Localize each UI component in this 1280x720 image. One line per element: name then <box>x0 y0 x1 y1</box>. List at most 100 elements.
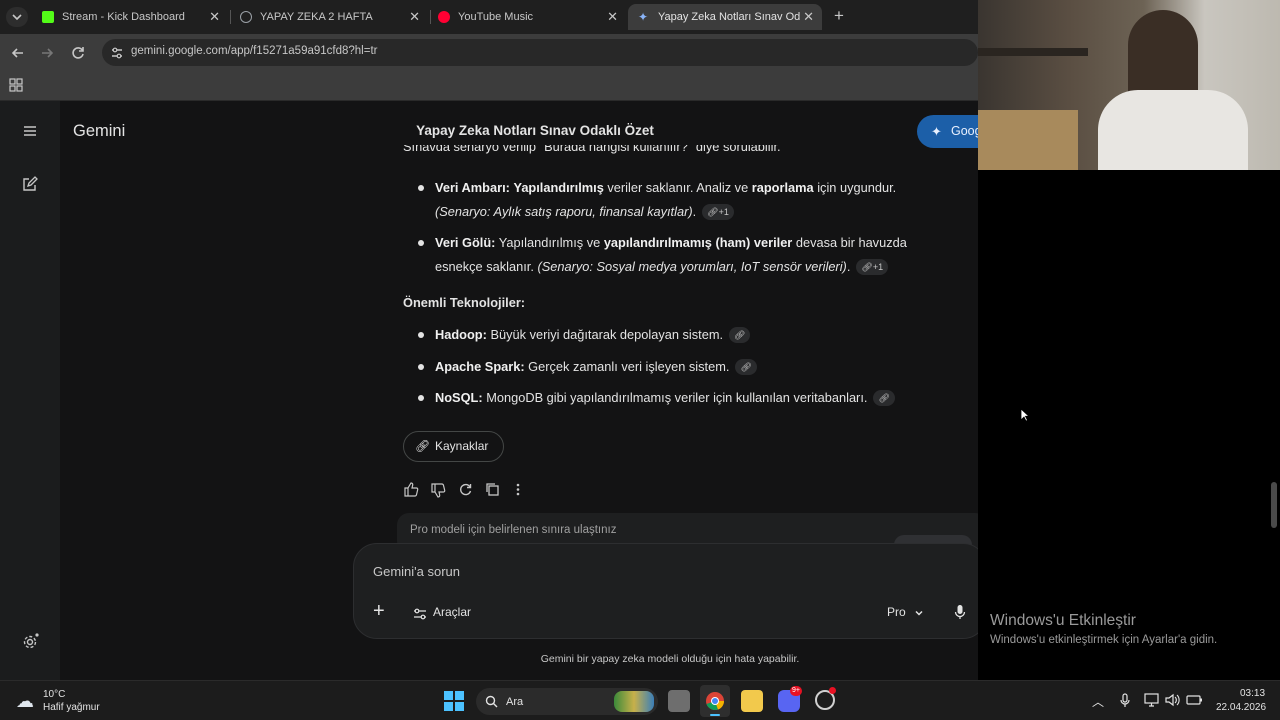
tools-button[interactable]: Araçlar <box>433 605 471 619</box>
forward-button[interactable] <box>37 43 57 63</box>
browser-toolbar: gemini.google.com/app/f15271a59a91cfd8?h… <box>0 34 978 71</box>
thumbs-down-icon[interactable] <box>431 483 446 498</box>
tech-desc: Gerçek zamanlı veri işleyen sistem. <box>524 359 730 374</box>
youtube-music-icon <box>438 11 450 23</box>
link-chip[interactable]: 🔗︎ <box>873 390 895 406</box>
item-text-part: yapılandırılmamış (ham) veriler <box>603 235 793 250</box>
tab-search-button[interactable] <box>6 7 28 27</box>
address-bar[interactable]: gemini.google.com/app/f15271a59a91cfd8?h… <box>102 39 978 66</box>
bookmarks-bar <box>0 71 978 101</box>
folder-icon[interactable] <box>741 690 763 712</box>
chrome-icon <box>706 692 724 711</box>
prompt-composer[interactable]: Gemini'a sorun + Araçlar Pro <box>353 543 987 639</box>
chevron-down-icon[interactable] <box>913 607 925 619</box>
more-vert-icon[interactable] <box>512 482 524 497</box>
windows-start-icon[interactable] <box>444 691 464 711</box>
item-text-part: . <box>692 204 697 219</box>
weather-desc: Hafif yağmur <box>43 702 100 713</box>
taskbar-search[interactable]: Ara <box>476 688 658 715</box>
tech-term: Apache Spark: <box>435 359 525 374</box>
list-bullet <box>418 185 424 191</box>
desktop-area <box>978 170 1280 680</box>
speaker-icon[interactable] <box>1165 693 1180 707</box>
taskbar-search-label: Ara <box>506 696 524 708</box>
source-count: +1 <box>718 207 729 217</box>
settings-gear-icon[interactable] <box>22 632 40 650</box>
link-icon: 🔗︎ <box>734 330 746 340</box>
windows-taskbar: ☁︎ 10°C Hafif yağmur Ara 9+ ︿ 03:13 22.0… <box>0 680 1280 720</box>
tech-desc: MongoDB gibi yapılandırılmamış veriler i… <box>482 390 868 405</box>
discord-icon[interactable]: 9+ <box>778 686 802 712</box>
limit-notice-text: Pro modeli için belirlenen sınıra ulaştı… <box>410 524 617 536</box>
reload-button[interactable] <box>68 43 88 63</box>
list-bullet <box>418 395 424 401</box>
item-term: Veri Ambarı: <box>435 180 510 195</box>
item-text-part: için uygundur. <box>813 180 897 195</box>
google-cta-label: Goog <box>951 124 982 138</box>
link-chip[interactable]: 🔗︎ <box>735 359 757 375</box>
item-text-part: veriler saklanır. Analiz ve <box>603 180 752 195</box>
link-chip[interactable]: 🔗︎ <box>729 327 751 343</box>
item-term: Veri Gölü: <box>435 235 496 250</box>
tab-title: Yapay Zeka Notları Sınav Odaklı <box>658 11 800 23</box>
storage-item-veri-ambari: Veri Ambarı: Yapılandırılmış veriler sak… <box>435 176 955 224</box>
regenerate-icon[interactable] <box>458 482 473 497</box>
item-text-part: (Senaryo: Sosyal medya yorumları, IoT se… <box>537 259 847 274</box>
taskbar-chrome-active[interactable] <box>700 685 730 717</box>
sources-button[interactable]: 🔗︎ Kaynaklar <box>403 431 504 462</box>
conversation-title[interactable]: Yapay Zeka Notları Sınav Odaklı Özet <box>0 123 1070 138</box>
tools-sliders-icon <box>414 608 426 620</box>
microphone-icon[interactable] <box>954 604 966 620</box>
globe-icon <box>240 11 252 23</box>
tab-strip: Stream - Kick Dashboard ✕ YAPAY ZEKA 2 H… <box>0 0 978 34</box>
source-chip[interactable]: 🔗︎+1 <box>702 204 734 220</box>
apps-grid-icon[interactable] <box>9 78 23 92</box>
weather-widget[interactable]: ☁︎ 10°C Hafif yağmur <box>14 689 124 715</box>
add-attachment-button[interactable]: + <box>373 600 385 622</box>
close-icon[interactable]: ✕ <box>209 9 220 25</box>
tab-kick-dashboard[interactable]: Stream - Kick Dashboard ✕ <box>32 4 228 30</box>
chevron-up-icon[interactable]: ︿ <box>1092 693 1104 710</box>
thumbs-up-icon[interactable] <box>404 482 419 497</box>
gemini-spark-icon: ✦ <box>638 10 649 24</box>
battery-icon[interactable] <box>1186 694 1203 706</box>
mouse-cursor-icon <box>1020 408 1030 422</box>
tech-item-nosql: NoSQL: MongoDB gibi yapılandırılmamış ve… <box>435 386 955 410</box>
clock-time[interactable]: 03:13 <box>1240 688 1265 699</box>
chevron-down-icon <box>12 14 22 21</box>
site-settings-icon[interactable] <box>110 46 124 60</box>
list-bullet <box>418 240 424 246</box>
arrow-left-icon <box>11 48 23 58</box>
tab-title: Stream - Kick Dashboard <box>62 11 185 23</box>
source-chip[interactable]: 🔗︎+1 <box>856 259 889 275</box>
tech-term: Hadoop: <box>435 327 487 342</box>
close-icon[interactable]: ✕ <box>803 9 814 25</box>
storage-item-veri-golu: Veri Gölü: Yapılandırılmış ve yapılandır… <box>435 231 955 279</box>
copy-icon[interactable] <box>485 482 500 497</box>
model-selector[interactable]: Pro <box>887 605 906 619</box>
link-icon: 🔗︎ <box>740 362 752 372</box>
response-cut-line: Sınavda senaryo verilip "Burada hangisi … <box>403 145 781 154</box>
item-text-part: Yapılandırılmış ve <box>495 235 604 250</box>
close-icon[interactable]: ✕ <box>409 9 420 25</box>
back-button[interactable] <box>8 43 28 63</box>
clock-date[interactable]: 22.04.2026 <box>1216 702 1266 713</box>
prompt-input-placeholder[interactable]: Gemini'a sorun <box>373 564 460 579</box>
scrollbar-thumb[interactable] <box>1271 482 1277 528</box>
microphone-tray-icon[interactable] <box>1120 693 1130 708</box>
tab-gemini-active[interactable]: ✦ Yapay Zeka Notları Sınav Odaklı ✕ <box>628 4 822 30</box>
file-explorer-gray-icon[interactable] <box>668 690 690 712</box>
link-icon: 🔗︎ <box>707 207 719 217</box>
new-tab-button[interactable]: + <box>830 7 848 27</box>
close-icon[interactable]: ✕ <box>607 9 618 25</box>
item-rich-text: Veri Ambarı: Yapılandırılmış veriler sak… <box>435 180 897 220</box>
url-text: gemini.google.com/app/f15271a59a91cfd8?h… <box>131 45 378 57</box>
network-icon[interactable] <box>1144 693 1159 707</box>
tech-item-spark: Apache Spark: Gerçek zamanlı veri işleye… <box>435 355 955 379</box>
tab-yapay-zeka-2-hafta[interactable]: YAPAY ZEKA 2 HAFTA ✕ <box>230 4 428 30</box>
tab-youtube-music[interactable]: YouTube Music ✕ <box>428 4 626 30</box>
new-chat-icon[interactable] <box>22 176 38 192</box>
discord-badge: 9+ <box>790 686 802 696</box>
app-ring-icon[interactable] <box>815 687 836 710</box>
tech-heading: Önemli Teknolojiler: <box>403 295 526 310</box>
